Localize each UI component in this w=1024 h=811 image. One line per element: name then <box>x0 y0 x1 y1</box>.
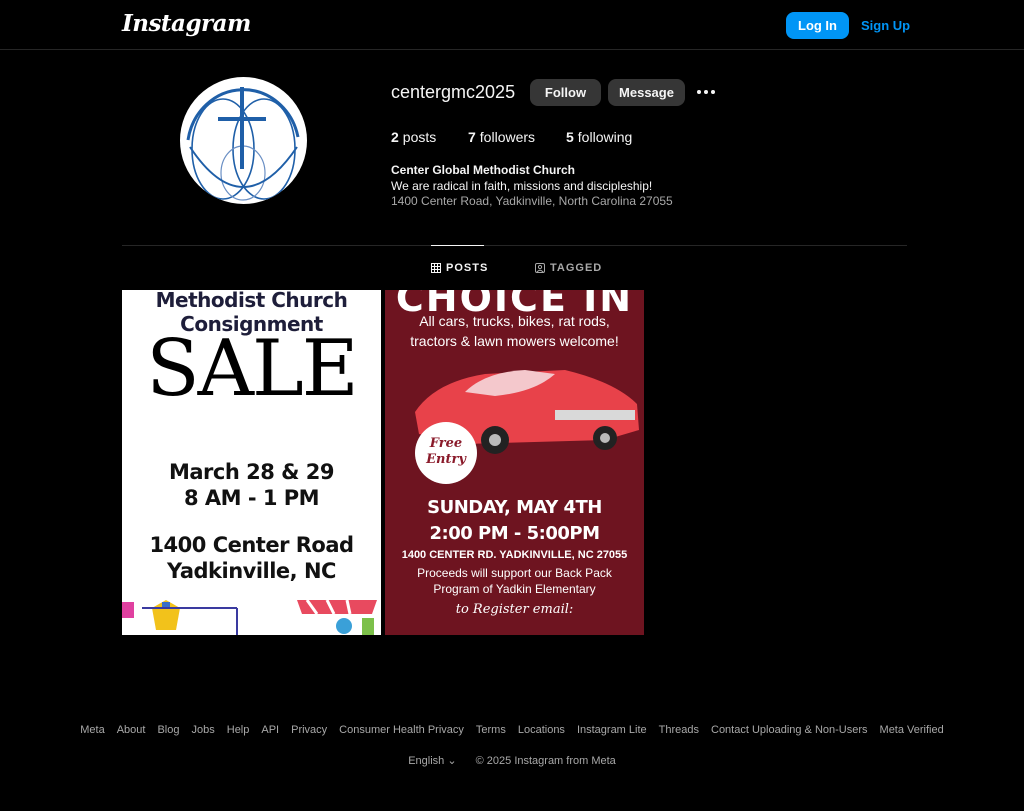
post1-address2: Yadkinville, NC <box>167 559 336 583</box>
footer-link-terms[interactable]: Terms <box>476 724 506 736</box>
bio-address: 1400 Center Road, Yadkinville, North Car… <box>391 194 673 208</box>
footer-link-meta[interactable]: Meta <box>80 724 104 736</box>
footer-link-meta-verified[interactable]: Meta Verified <box>880 724 944 736</box>
footer-link-about[interactable]: About <box>117 724 146 736</box>
post2-address: 1400 CENTER RD. YADKINVILLE, NC 27055 <box>401 549 628 561</box>
following-count[interactable]: 5 following <box>566 129 632 145</box>
post2-proceeds2: Program of Yadkin Elementary <box>433 582 596 596</box>
footer-link-threads[interactable]: Threads <box>659 724 699 736</box>
post2-time: 2:00 PM - 5:00PM <box>429 523 600 544</box>
footer-link-consumer-health-privacy[interactable]: Consumer Health Privacy <box>339 724 464 736</box>
post2-register: to Register email: <box>455 602 574 617</box>
instagram-logo[interactable]: Instagram <box>122 10 251 37</box>
post2-free-entry-badge: Free Entry <box>415 422 477 484</box>
profile-username: centergmc2025 <box>391 82 516 102</box>
language-selector[interactable]: English ⌄ <box>408 755 456 767</box>
post1-sale-text: SALE <box>146 324 359 414</box>
footer-link-privacy[interactable]: Privacy <box>291 724 327 736</box>
post1-time: 8 AM - 1 PM <box>183 486 320 510</box>
footer-links: Meta About Blog Jobs Help API Privacy Consumer … <box>0 724 1024 736</box>
tagged-person-icon <box>535 263 545 273</box>
followers-count[interactable]: 7 followers <box>468 129 535 145</box>
active-tab-indicator <box>431 245 484 246</box>
login-button[interactable]: Log In <box>786 12 849 39</box>
more-options-icon[interactable] <box>695 83 717 101</box>
post-thumbnail-car-show[interactable]: CHOICE IN All cars, trucks, bikes, rat r… <box>385 290 644 635</box>
post1-dates: March 28 & 29 <box>168 460 335 484</box>
post1-clothing-rack-illustration <box>122 599 377 635</box>
tab-posts[interactable]: POSTS <box>431 262 488 274</box>
footer-link-api[interactable]: API <box>261 724 279 736</box>
bio-full-name: Center Global Methodist Church <box>391 163 576 177</box>
post2-line1: All cars, trucks, bikes, rat rods, <box>419 313 610 329</box>
profile-avatar[interactable] <box>180 77 307 204</box>
follow-button[interactable]: Follow <box>530 79 601 106</box>
footer-link-instagram-lite[interactable]: Instagram Lite <box>577 724 647 736</box>
tab-tagged[interactable]: TAGGED <box>535 262 602 274</box>
tabs-divider <box>122 245 907 246</box>
footer-bottom: English ⌄ © 2025 Instagram from Meta <box>0 754 1024 767</box>
footer-link-jobs[interactable]: Jobs <box>192 724 215 736</box>
grid-icon <box>431 263 441 273</box>
copyright-text: © 2025 Instagram from Meta <box>475 755 616 767</box>
footer-link-blog[interactable]: Blog <box>157 724 179 736</box>
post2-line2: tractors & lawn mowers welcome! <box>410 333 619 349</box>
top-nav-bar: Instagram Log In Sign Up <box>0 0 1024 50</box>
footer-link-locations[interactable]: Locations <box>518 724 565 736</box>
post2-proceeds1: Proceeds will support our Back Pack <box>417 566 612 580</box>
post-thumbnail-consignment-sale[interactable]: Methodist Church Consignment SALE March … <box>122 290 381 635</box>
footer-link-help[interactable]: Help <box>227 724 250 736</box>
posts-count: 2 posts <box>391 129 437 145</box>
message-button[interactable]: Message <box>608 79 685 106</box>
footer-link-contact-uploading-non-users[interactable]: Contact Uploading & Non-Users <box>711 724 868 736</box>
post2-date: SUNDAY, MAY 4TH <box>427 497 602 518</box>
church-logo-icon <box>181 78 306 203</box>
post1-address1: 1400 Center Road <box>149 533 354 557</box>
post1-heading-line1: Methodist Church <box>155 290 348 312</box>
bio-text: We are radical in faith, missions and di… <box>391 179 653 193</box>
signup-link[interactable]: Sign Up <box>861 18 910 33</box>
chevron-down-icon: ⌄ <box>447 755 457 767</box>
